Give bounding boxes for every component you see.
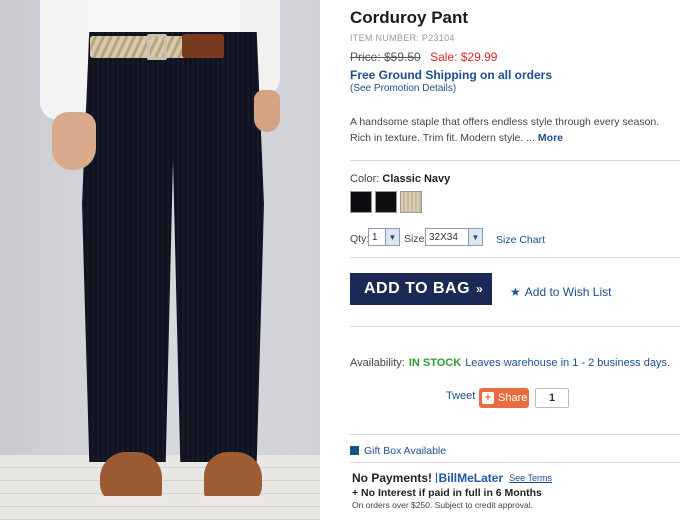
availability-label: Availability:	[350, 357, 405, 369]
double-chevron-icon: »	[476, 282, 484, 296]
size-value: 32X34	[429, 231, 458, 243]
divider	[350, 326, 680, 327]
bml-headline: No Payments! BillMeLater See Terms	[352, 471, 552, 485]
bill-me-later-promo: No Payments! BillMeLater See Terms + No …	[352, 471, 552, 510]
billmelater-logo: BillMeLater	[438, 471, 504, 485]
size-chart-link[interactable]: Size Chart	[496, 234, 545, 246]
qty-label: Qty:	[350, 233, 370, 245]
divider	[350, 462, 680, 463]
swatch-khaki[interactable]	[400, 191, 422, 213]
price-row: Price: $59.50 Sale: $29.99	[350, 50, 497, 64]
chevron-down-icon: ▼	[468, 229, 482, 245]
share-label: Share	[498, 392, 528, 404]
share-count: 1	[535, 388, 569, 408]
add-to-bag-button[interactable]: ADD TO BAG »	[350, 273, 492, 305]
no-payments-text: No Payments!	[352, 471, 433, 485]
belt-buckle	[147, 34, 167, 60]
stock-status: IN STOCK	[408, 357, 462, 369]
left-sole	[98, 496, 164, 504]
divider	[350, 434, 680, 435]
original-price: Price: $59.50	[350, 50, 421, 64]
add-to-bag-label: ADD TO BAG	[364, 280, 471, 297]
product-description: A handsome staple that offers endless st…	[350, 114, 680, 146]
swatch-classic-navy[interactable]	[350, 191, 372, 213]
bml-interest-text: + No Interest if paid in full in 6 Month…	[352, 487, 542, 499]
shipping-promo: Free Ground Shipping on all orders	[350, 68, 553, 82]
divider	[350, 257, 680, 258]
product-title: Corduroy Pant	[350, 8, 469, 27]
color-value: Classic Navy	[382, 173, 451, 185]
left-hand	[52, 112, 96, 170]
share-button[interactable]: + Share	[479, 388, 529, 408]
left-arm	[40, 0, 88, 120]
product-details: Corduroy Pant ITEM NUMBER: P23104 Price:…	[350, 0, 680, 520]
qty-select[interactable]: 1 ▼	[368, 228, 400, 246]
pants-texture	[82, 32, 264, 462]
chevron-down-icon: ▼	[385, 229, 399, 245]
size-label: Size:	[404, 233, 428, 245]
add-to-wish-list-link[interactable]: ★ Add to Wish List	[510, 285, 611, 299]
divider	[350, 160, 680, 161]
wish-list-label: Add to Wish List	[524, 285, 612, 299]
belt-tip	[182, 34, 224, 58]
color-label: Color: Classic Navy	[350, 173, 450, 185]
gift-icon	[350, 446, 359, 455]
see-terms-link[interactable]: See Terms	[509, 473, 552, 483]
gift-label: Gift Box Available	[364, 445, 447, 457]
plus-icon: +	[482, 392, 494, 404]
item-number: ITEM NUMBER: P23104	[350, 33, 455, 43]
gift-box-link[interactable]: Gift Box Available	[350, 445, 446, 457]
qty-value: 1	[372, 231, 378, 243]
more-link[interactable]: More	[538, 132, 563, 144]
size-select[interactable]: 32X34 ▼	[425, 228, 483, 246]
promotion-details-link[interactable]: (See Promotion Details)	[350, 83, 456, 94]
ship-timing: Leaves warehouse in 1 - 2 business days.	[465, 357, 671, 369]
tweet-button[interactable]: Tweet	[446, 390, 475, 402]
bml-fine-print: On orders over $250. Subject to credit a…	[352, 500, 533, 510]
product-image	[0, 0, 320, 520]
color-label-text: Color:	[350, 173, 380, 185]
availability: Availability: IN STOCK Leaves warehouse in…	[350, 357, 670, 369]
sale-price: Sale: $29.99	[430, 50, 498, 64]
right-sole	[202, 496, 264, 504]
right-hand	[254, 90, 280, 132]
star-icon: ★	[510, 285, 521, 299]
description-text: A handsome staple that offers endless st…	[350, 116, 660, 144]
swatch-black[interactable]	[375, 191, 397, 213]
